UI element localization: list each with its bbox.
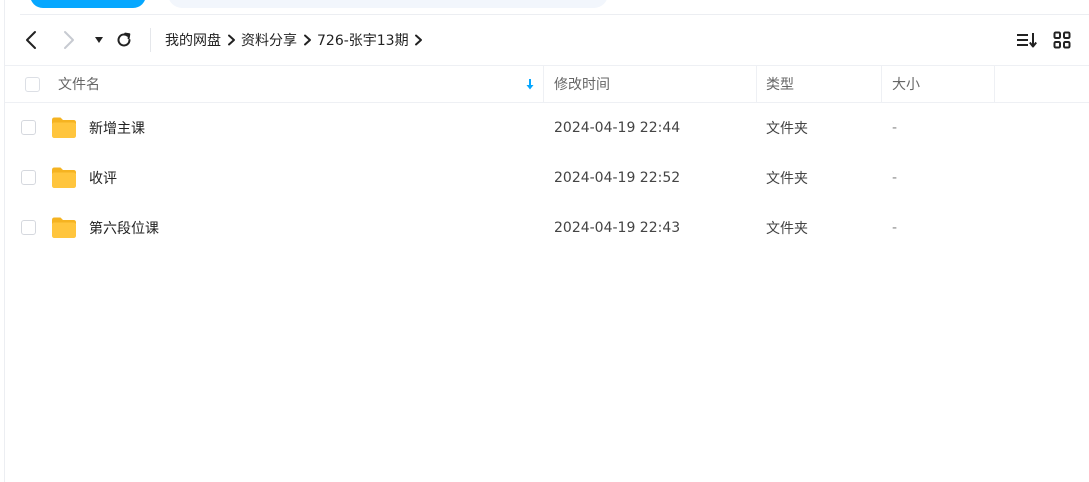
header-name-label: 文件名 [58, 77, 100, 93]
file-name[interactable]: 收评 [89, 153, 117, 203]
column-divider [994, 66, 995, 102]
file-name[interactable]: 新增主课 [89, 103, 145, 153]
file-table-header: 文件名 修改时间 类型 大小 [5, 65, 1089, 103]
upload-button[interactable] [30, 0, 146, 8]
chevron-right-icon [64, 31, 74, 49]
header-size[interactable]: 大小 [892, 66, 920, 102]
refresh-button[interactable] [113, 28, 135, 52]
header-size-label: 大小 [892, 77, 920, 93]
folder-icon [52, 217, 76, 238]
file-name[interactable]: 第六段位课 [89, 203, 159, 253]
header-type-label: 类型 [766, 77, 794, 93]
row-checkbox[interactable] [21, 220, 36, 235]
row-checkbox[interactable] [21, 170, 36, 185]
table-row[interactable]: 收评 2024-04-19 22:52 文件夹 - [5, 153, 1089, 203]
grid-view-button[interactable] [1050, 29, 1074, 51]
file-size: - [892, 220, 898, 236]
forward-button[interactable] [58, 28, 80, 52]
file-type: 文件夹 [766, 171, 808, 187]
grid-view-icon [1053, 31, 1071, 49]
column-divider [756, 66, 757, 102]
sort-list-icon [1017, 33, 1037, 48]
chevron-right-icon [297, 34, 317, 46]
column-divider [881, 66, 882, 102]
folder-icon [52, 117, 76, 138]
chevron-left-icon [26, 31, 36, 49]
history-dropdown-button[interactable] [90, 28, 108, 52]
file-type: 文件夹 [766, 221, 808, 237]
select-all-checkbox[interactable] [25, 76, 40, 92]
file-modified: 2024-04-19 22:43 [554, 220, 681, 236]
select-all-cell [25, 66, 40, 102]
chevron-right-icon [221, 34, 241, 46]
refresh-icon [117, 32, 131, 47]
header-modified-label: 修改时间 [554, 77, 610, 93]
sort-view-button[interactable] [1015, 29, 1039, 51]
file-size: - [892, 120, 898, 136]
nav-separator [150, 28, 151, 52]
back-button[interactable] [20, 28, 42, 52]
sort-down-icon [526, 79, 534, 90]
breadcrumb-item-current[interactable]: 726-张宇13期 [317, 30, 409, 50]
file-type: 文件夹 [766, 121, 808, 137]
file-modified: 2024-04-19 22:52 [554, 170, 681, 186]
search-input[interactable] [168, 0, 608, 8]
breadcrumb-item-share[interactable]: 资料分享 [241, 30, 297, 50]
breadcrumb-item-root[interactable]: 我的网盘 [165, 30, 221, 50]
table-row[interactable]: 第六段位课 2024-04-19 22:43 文件夹 - [5, 203, 1089, 253]
chevron-right-icon[interactable] [409, 34, 429, 46]
folder-icon [52, 167, 76, 188]
header-type[interactable]: 类型 [766, 66, 794, 102]
breadcrumb: 我的网盘 资料分享 726-张宇13期 [165, 15, 429, 65]
file-size: - [892, 170, 898, 186]
column-divider [543, 66, 544, 102]
header-modified[interactable]: 修改时间 [554, 66, 610, 102]
navigation-bar: 我的网盘 资料分享 726-张宇13期 [0, 15, 1089, 65]
file-modified: 2024-04-19 22:44 [554, 120, 681, 136]
table-row[interactable]: 新增主课 2024-04-19 22:44 文件夹 - [5, 103, 1089, 153]
top-toolbar [0, 0, 1089, 14]
row-checkbox[interactable] [21, 120, 36, 135]
header-name[interactable]: 文件名 [58, 66, 543, 102]
caret-down-icon [95, 37, 103, 43]
